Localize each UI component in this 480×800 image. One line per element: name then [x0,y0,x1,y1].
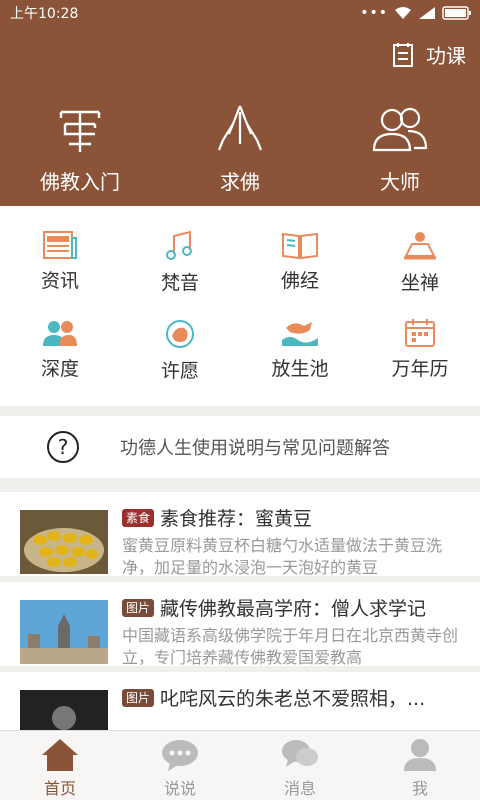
home-icon [42,739,78,771]
wifi-icon [395,7,411,19]
messages-icon [282,740,318,767]
list-item[interactable]: 图片 藏传佛教最高学府：僧人求学记 中国藏语系高级佛学院于年月日在北京西黄寺创立… [0,582,480,672]
svg-text:?: ? [58,435,69,459]
more-dots-icon: ••• [360,5,388,21]
grid-item-depth[interactable]: 深度 [0,318,120,406]
battery-icon [442,6,471,20]
book-icon [282,232,318,260]
news-title: 叱咤风云的朱老总不爱照相，... [160,688,426,710]
grid-item-calendar[interactable]: 万年历 [360,318,480,406]
news-icon [43,231,77,259]
tab-talk[interactable]: 说说 [120,731,240,800]
question-icon: ? [47,431,79,463]
masters-icon [372,107,428,152]
swastika-icon [59,110,101,152]
fish-icon [282,322,318,346]
tab-messages[interactable]: 消息 [240,731,360,800]
category-tag: 图片 [122,688,155,707]
tab-home[interactable]: 首页 [0,731,120,800]
hero-label: 佛教入门 [40,170,120,194]
grid-item-news[interactable]: 资讯 [0,230,120,318]
hero-nav: 佛教入门 求佛 大师 [0,104,480,195]
bottom-tab-bar: 首页 说说 消息 我 [0,730,480,800]
tab-me[interactable]: 我 [360,731,480,800]
top-banner: 上午10:28 ••• 功课 佛教入门 求佛 大师 [0,0,480,206]
hero-label: 求佛 [220,170,260,194]
hero-item-intro[interactable]: 佛教入门 [0,104,160,195]
meditation-icon [404,232,436,260]
grid-item-music[interactable]: 梵音 [120,230,240,318]
category-tag: 图片 [122,598,155,617]
hero-label: 大师 [380,170,420,194]
praying-hands-icon [217,105,263,151]
hero-item-masters[interactable]: 大师 [320,104,480,195]
news-thumbnail [20,510,108,574]
user-icon [404,739,436,771]
news-thumbnail [20,600,108,664]
category-tag: 素食 [122,508,155,527]
news-list: 素食 素食推荐：蜜黄豆 蜜黄豆原料黄豆杯白糖勺水适量做法于黄豆洗净，加足量的水浸… [0,492,480,762]
list-item[interactable]: 素食 素食推荐：蜜黄豆 蜜黄豆原料黄豆杯白糖勺水适量做法于黄豆洗净，加足量的水浸… [0,492,480,582]
grid-item-wish[interactable]: 许愿 [120,318,240,406]
news-title: 藏传佛教最高学府：僧人求学记 [160,598,427,620]
music-note-icon [166,230,192,260]
help-label: 功德人生使用说明与常见问题解答 [120,438,390,459]
checklist-icon [393,42,413,67]
help-faq-row[interactable]: ? 功德人生使用说明与常见问题解答 [0,416,480,478]
status-time: 上午10:28 [10,6,79,22]
chat-bubble-icon [162,740,198,771]
news-description: 蜜黄豆原料黄豆杯白糖勺水适量做法于黄豆洗净，加足量的水浸泡一天泡好的黄豆 [122,536,443,576]
news-description: 中国藏语系高级佛学院于年月日在北京西黄寺创立，专门培养藏传佛教爱国爱教高 [122,626,459,666]
status-bar: 上午10:28 ••• [0,0,480,26]
signal-icon [419,7,435,19]
gongke-button[interactable]: 功课 [392,40,466,69]
gongke-label: 功课 [426,44,466,68]
grid-item-sutra[interactable]: 佛经 [240,230,360,318]
wish-icon [166,320,194,348]
grid-item-pond[interactable]: 放生池 [240,318,360,406]
grid-item-meditate[interactable]: 坐禅 [360,230,480,318]
calendar-icon [405,319,435,347]
category-grid: 资讯 梵音 佛经 坐禅 深度 许愿 放生池 万年历 [0,206,480,406]
news-title: 素食推荐：蜜黄豆 [160,508,313,530]
people-icon [43,321,77,346]
hero-item-pray[interactable]: 求佛 [160,104,320,195]
